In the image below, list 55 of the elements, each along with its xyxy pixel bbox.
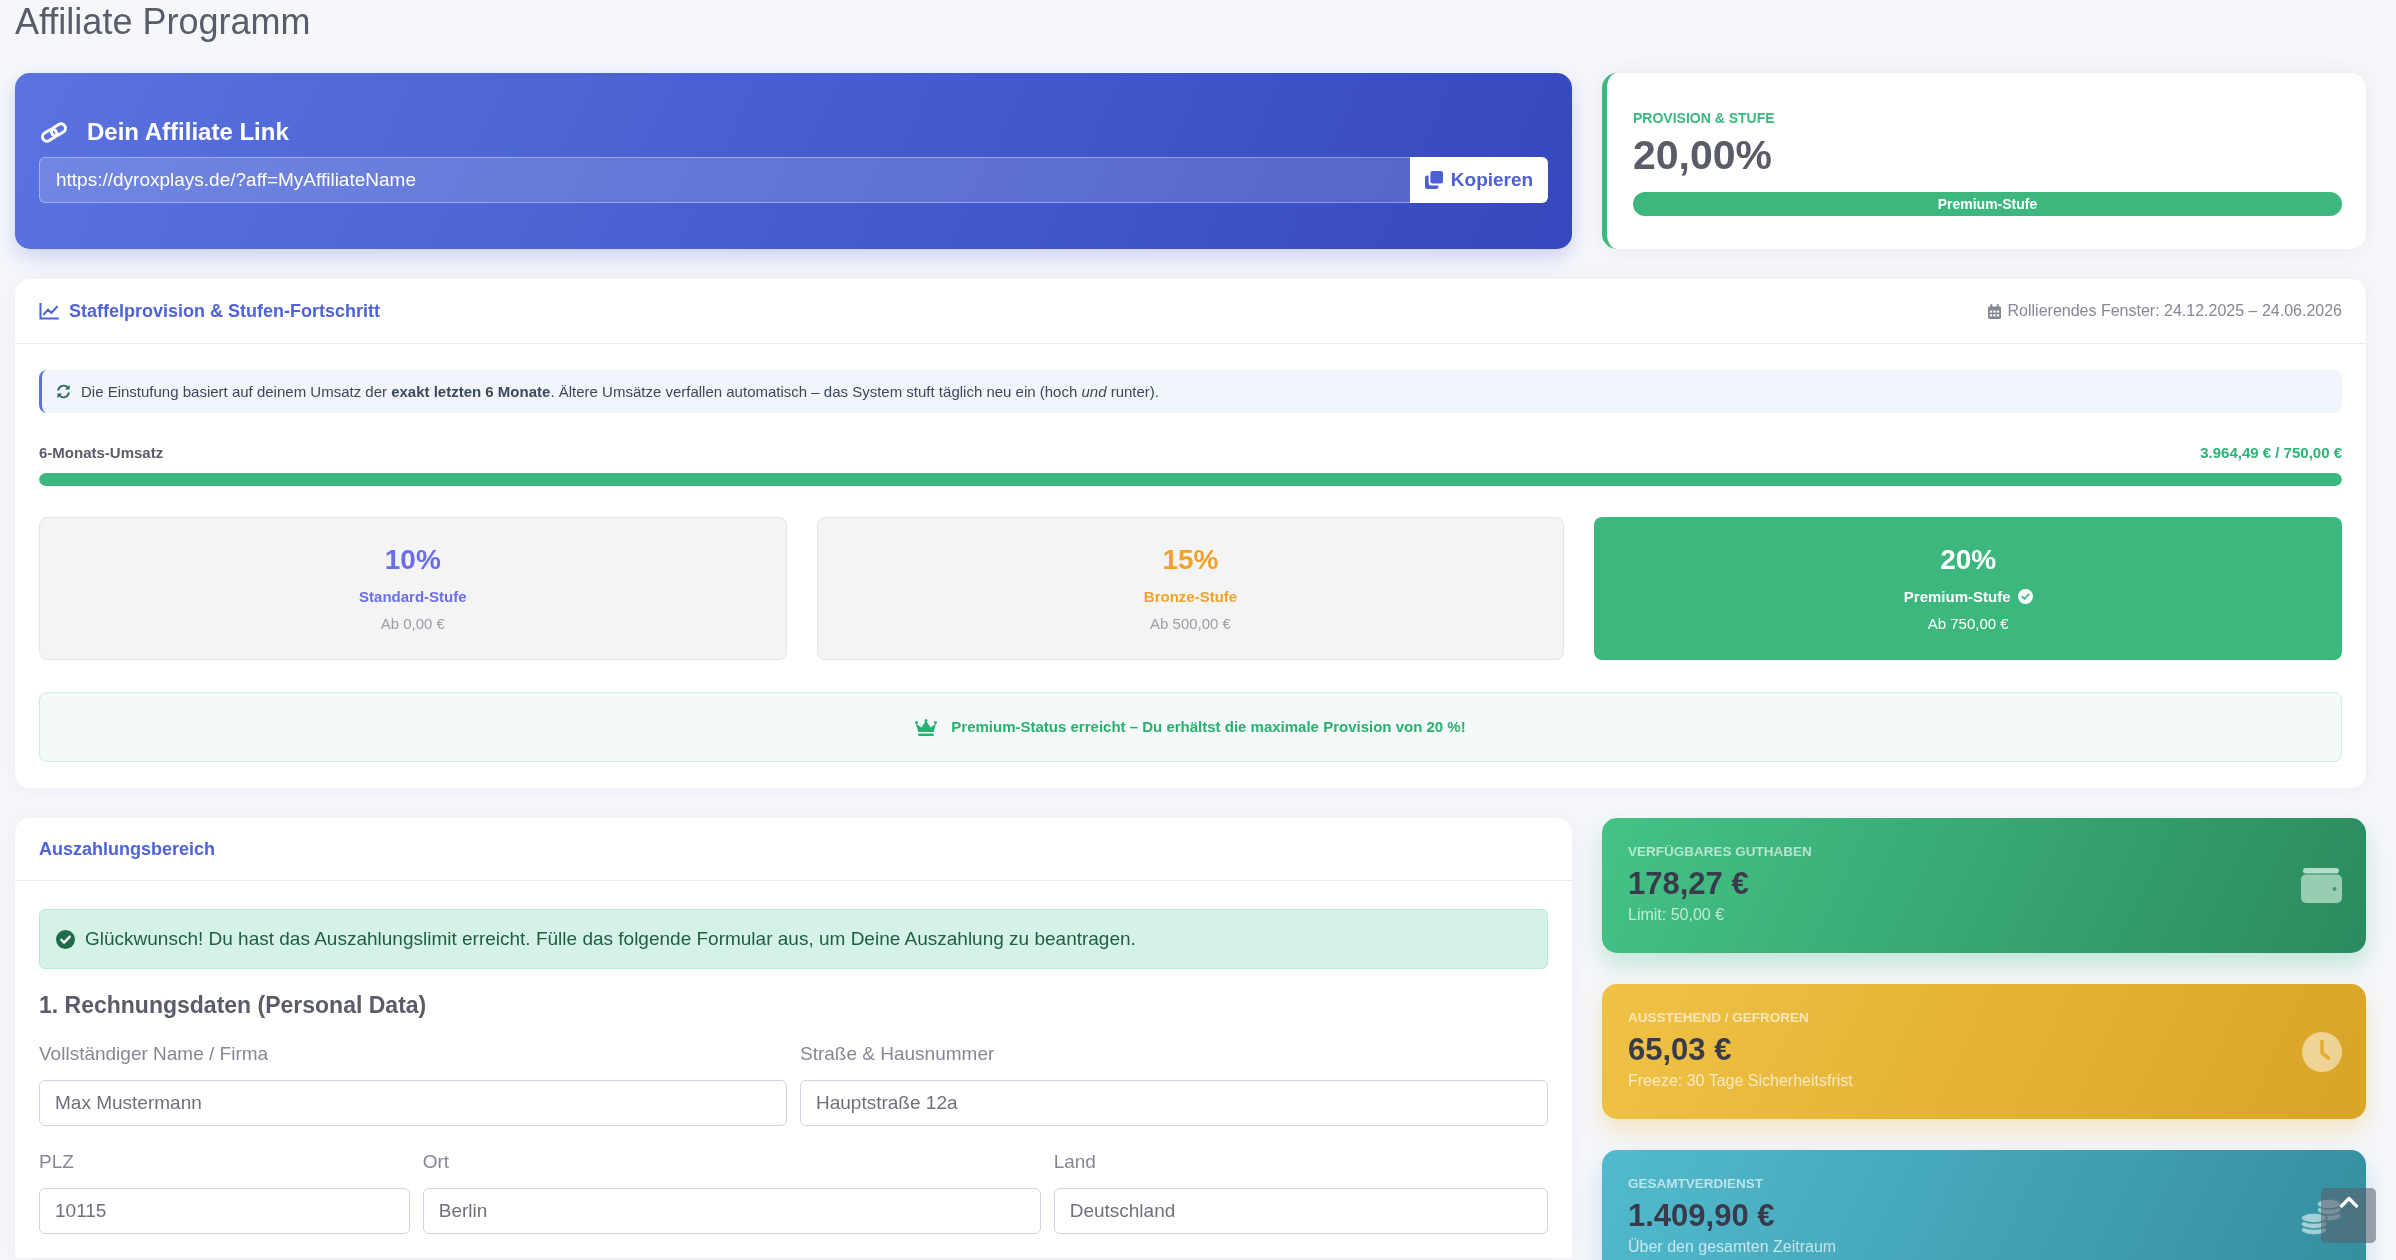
input-field[interactable]: Hauptstraße 12a (800, 1080, 1548, 1126)
tier-badge: Premium-Stufe (1633, 192, 2342, 216)
panel-title: Staffelprovision & Stufen-Fortschritt (69, 300, 380, 323)
chevron-up-icon (2338, 1195, 2359, 1208)
alert-text: Glückwunsch! Du hast das Auszahlungslimit erreicht. Fülle das folgende Formular aus, um Deine Auszahlung zu beantragen. (85, 927, 1136, 951)
panel-title: Auszahlungsbereich (39, 838, 216, 861)
tier-name: Bronze-Stufe (1143, 586, 1238, 607)
tier-name: Standard-Stufe (359, 586, 467, 607)
notice-text: Premium-Status erreicht – Du erhältst die maximale Provision von 20 %! (951, 717, 1466, 737)
tier-threshold: Ab 500,00 € (1150, 613, 1231, 634)
tier-threshold: Ab 0,00 € (380, 613, 445, 634)
tier-percent: 15% (1162, 543, 1219, 576)
provision-label: PROVISION & STUFE (1633, 109, 1775, 127)
scroll-top-button[interactable] (2321, 1188, 2376, 1243)
field-label: Straße & Hausnummer (800, 1043, 996, 1065)
stat-value: 1.409,90 € (1628, 1197, 1775, 1235)
section-heading: 1. Rechnungsdaten (Personal Data) (39, 991, 428, 1019)
check-circle-icon (2017, 589, 2033, 604)
crown-icon (915, 718, 938, 736)
tier-name: Premium-Stufe (1903, 586, 2011, 607)
calendar-icon (1987, 303, 2001, 319)
stat-note: Über den gesamten Zeitraum (1628, 1238, 1837, 1256)
revenue-reading: 3.964,49 € / 750,00 € (2200, 443, 2342, 463)
field-label: Land (1053, 1151, 1097, 1173)
input-field[interactable]: Berlin (422, 1188, 1041, 1234)
clock-icon (2302, 1031, 2342, 1072)
stat-label: AUSSTEHEND / GEFROREN (1628, 1009, 1809, 1027)
field-label: PLZ (39, 1151, 75, 1173)
stat-note: Limit: 50,00 € (1628, 906, 1725, 924)
stat-value: 178,27 € (1628, 865, 1749, 903)
refresh-icon (56, 384, 71, 399)
stat-label: GESAMTVERDIENST (1628, 1175, 1763, 1193)
input-field[interactable]: Deutschland (1053, 1188, 1548, 1234)
page-title: Affiliate Programm (15, 0, 311, 43)
copy-icon (1424, 171, 1443, 189)
wallet-icon (2301, 868, 2342, 903)
stat-note: Freeze: 30 Tage Sicherheitsfrist (1628, 1072, 1853, 1090)
copy-button[interactable]: Kopieren (1410, 157, 1548, 203)
stat-value: 65,03 € (1628, 1031, 1732, 1069)
tier-threshold: Ab 750,00 € (1927, 613, 2009, 634)
provision-rate: 20,00% (1633, 132, 1773, 178)
window-text: Rollierendes Fenster: 24.12.2025 – 24.06.2026 (2007, 301, 2342, 321)
field-label: Vollständiger Name / Firma (39, 1043, 270, 1065)
tier-percent: 20% (1940, 543, 1997, 576)
field-label: Ort (422, 1151, 451, 1173)
check-circle-icon (56, 929, 75, 949)
stat-label: VERFÜGBARES GUTHABEN (1628, 843, 1812, 861)
link-icon (39, 119, 69, 145)
tier-percent: 10% (384, 543, 441, 576)
card-title: Dein Affiliate Link (87, 117, 289, 147)
chart-line-icon (39, 302, 59, 320)
input-field[interactable]: Max Mustermann (39, 1080, 787, 1126)
info-text: Die Einstufung basiert auf deinem Umsatz der exakt letzten 6 Monate. Ältere Umsätze verfallen automatisch – das System stuft täglich neu ein (hoch und runter). (81, 381, 1159, 402)
input-field[interactable]: 10115 (39, 1188, 410, 1234)
revenue-label: 6-Monats-Umsatz (39, 443, 164, 463)
